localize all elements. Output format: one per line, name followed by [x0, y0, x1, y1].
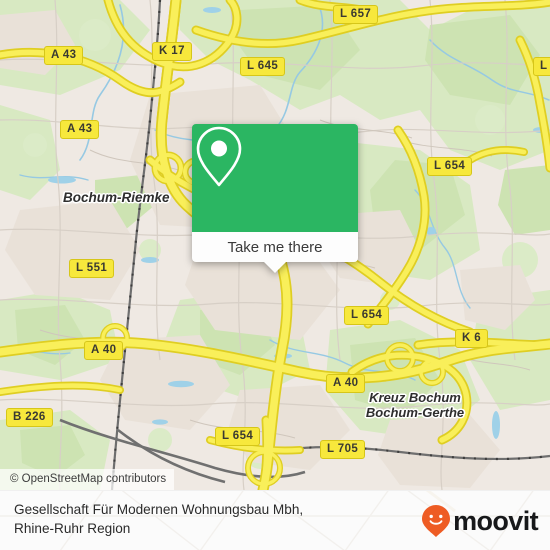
location-popup-card[interactable]: Take me there [192, 124, 358, 273]
place-label: Bochum-Riemke [63, 190, 170, 205]
junction-label: Kreuz Bochum Bochum-Gerthe [366, 390, 464, 420]
road-shield: L 551 [69, 259, 115, 278]
road-shield: L 654 [344, 306, 390, 325]
road-shield: L 654 [427, 157, 473, 176]
road-shield: L 654 [215, 427, 261, 446]
junction-label-line1: Kreuz Bochum [369, 390, 461, 405]
road-shield: L 645 [240, 57, 286, 76]
road-shield: B 226 [6, 408, 53, 427]
road-shield: L 705 [320, 440, 366, 459]
moovit-smiley-pin-icon [422, 505, 451, 537]
place-title-line1: Gesellschaft Für Modernen Wohnungsbau Mb… [14, 502, 304, 517]
footer-bar: Gesellschaft Für Modernen Wohnungsbau Mb… [0, 490, 550, 550]
map-attribution[interactable]: © OpenStreetMap contributors [0, 469, 175, 490]
road-shield: K 17 [152, 42, 192, 61]
map-canvas[interactable]: L 657 K 17 L 645 A 43 L 7 A 43 L 654 L 551 L 654… [0, 0, 550, 490]
road-shield: A 43 [44, 46, 84, 65]
attribution-text: © OpenStreetMap contributors [10, 473, 167, 485]
take-me-there-button[interactable]: Take me there [192, 232, 358, 262]
place-title: Gesellschaft Für Modernen Wohnungsbau Mb… [14, 500, 374, 538]
road-shield: A 40 [326, 374, 366, 393]
road-shield: L 657 [333, 5, 379, 24]
take-me-there-label: Take me there [227, 238, 323, 256]
road-shield: A 43 [60, 120, 100, 139]
place-title-line2: Rhine-Ruhr Region [14, 521, 131, 536]
moovit-logo[interactable]: moovit [421, 504, 539, 538]
moovit-wordmark: moovit [453, 505, 539, 536]
popup-card-pointer [263, 261, 287, 273]
road-shield: L 7 [533, 57, 550, 76]
road-shield: K 6 [455, 329, 489, 348]
popup-card-header [192, 124, 358, 232]
road-shield: A 40 [84, 341, 124, 360]
map-screenshot: L 657 K 17 L 645 A 43 L 7 A 43 L 654 L 551 L 654… [0, 0, 550, 550]
location-pin-icon [196, 126, 242, 187]
junction-label-line2: Bochum-Gerthe [365, 405, 465, 420]
